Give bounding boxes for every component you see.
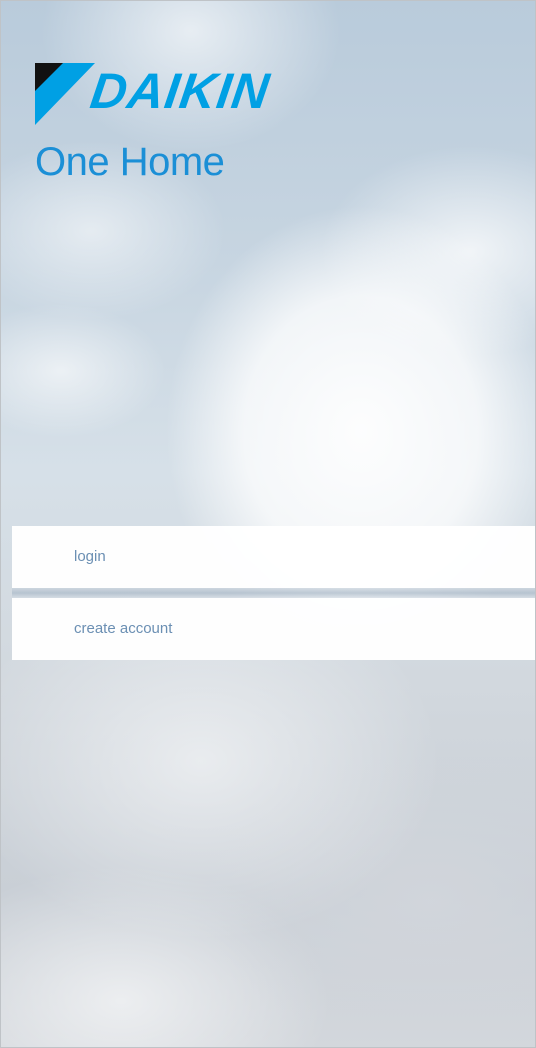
app-screen: DAIKIN One Home login create account (0, 0, 536, 1048)
daikin-triangle-logo-icon (35, 63, 95, 125)
create-account-button[interactable]: create account (12, 598, 535, 660)
menu-divider (12, 588, 535, 598)
login-button[interactable]: login (12, 526, 535, 588)
auth-menu: login create account (12, 526, 535, 660)
brand-name: DAIKIN (87, 63, 274, 119)
app-name-title: One Home (35, 140, 225, 184)
